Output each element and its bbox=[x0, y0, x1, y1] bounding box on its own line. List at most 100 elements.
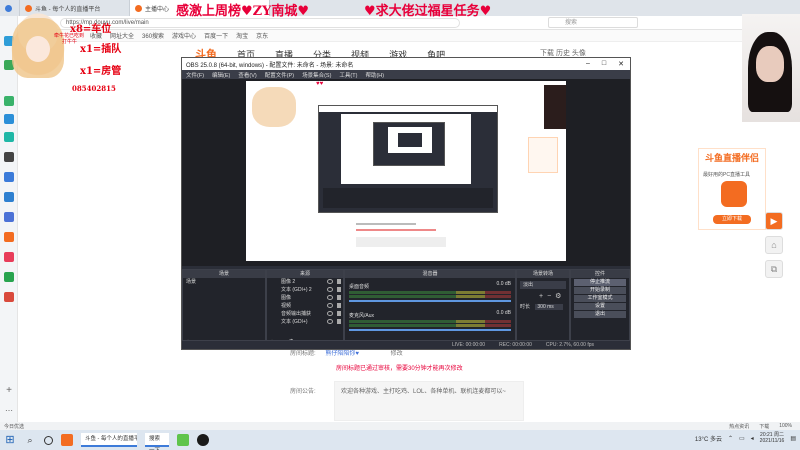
lock-icon[interactable] bbox=[337, 295, 341, 300]
sidebar-app-icon[interactable] bbox=[4, 232, 14, 242]
task-view-icon[interactable] bbox=[44, 435, 53, 445]
browser-status-bar: 今日优选 热点资讯 下载 100% bbox=[0, 422, 800, 430]
windows-start-icon[interactable]: ⊞ bbox=[4, 434, 16, 446]
menu-scene-collection[interactable]: 场景集合(S) bbox=[302, 71, 331, 79]
mixer-channel: 麦克风/Aux 0.0 dB bbox=[345, 310, 515, 331]
promo-download-button[interactable]: 立即下载 bbox=[713, 215, 751, 224]
exit-button[interactable]: 退出 bbox=[574, 311, 626, 318]
mixer-channel-level: 0.0 dB bbox=[496, 281, 511, 287]
obs-app-icon[interactable] bbox=[197, 434, 209, 446]
taskbar-browser-app[interactable]: 斗鱼 - 每个人的直播平台 bbox=[81, 433, 137, 447]
eye-icon[interactable] bbox=[327, 279, 333, 284]
volume-meter bbox=[349, 320, 511, 323]
status-today-pick[interactable]: 今日优选 bbox=[4, 423, 24, 430]
green-app-icon[interactable] bbox=[177, 434, 189, 446]
menu-profile[interactable]: 配置文件(P) bbox=[265, 71, 294, 79]
clock-date: 2021/11/16 bbox=[759, 438, 785, 444]
close-icon[interactable]: ✕ bbox=[618, 60, 624, 68]
tray-chevron-icon[interactable]: ⌃ bbox=[728, 435, 733, 442]
weather-widget[interactable]: 13°C 多云 bbox=[695, 434, 722, 443]
bookmark-item[interactable]: 网址大全 bbox=[110, 31, 134, 40]
network-icon[interactable]: ▭ bbox=[739, 435, 745, 442]
studio-mode-button[interactable]: 工作室模式 bbox=[574, 295, 626, 302]
bookmark-item[interactable]: 360搜索 bbox=[142, 31, 164, 40]
room-title-edit-link[interactable]: 修改 bbox=[391, 351, 403, 357]
bookmark-item[interactable]: 淘宝 bbox=[236, 31, 248, 40]
mixer-channel-level: 0.0 dB bbox=[496, 310, 511, 316]
bookmark-item[interactable]: 游戏中心 bbox=[172, 31, 196, 40]
settings-button[interactable]: 设置 bbox=[574, 303, 626, 310]
sidebar-app-icon[interactable] bbox=[4, 192, 14, 202]
eye-icon[interactable] bbox=[327, 311, 333, 316]
source-item[interactable]: 视频 bbox=[267, 302, 343, 310]
eye-icon[interactable] bbox=[327, 303, 333, 308]
sidebar-add-icon[interactable]: + bbox=[4, 386, 14, 396]
nested-obs-window bbox=[318, 105, 498, 213]
bookmark-item[interactable]: 百度一下 bbox=[204, 31, 228, 40]
lock-icon[interactable] bbox=[337, 287, 341, 292]
search-icon[interactable]: ⌕ bbox=[24, 434, 36, 446]
volume-slider[interactable] bbox=[349, 329, 511, 331]
menu-view[interactable]: 查看(V) bbox=[238, 71, 256, 79]
lock-icon[interactable] bbox=[337, 311, 341, 316]
transition-toolbar-icons[interactable]: +−⚙ bbox=[517, 292, 569, 300]
taskbar-search-app[interactable]: 搜索一下 bbox=[145, 433, 169, 450]
status-item[interactable]: 热点资讯 bbox=[729, 423, 749, 430]
status-item[interactable]: 下载 bbox=[759, 423, 769, 430]
sidebar-app-icon[interactable] bbox=[4, 96, 14, 106]
source-item[interactable]: 文本 (GDI+) 2 bbox=[267, 286, 343, 294]
douyu-app-icon[interactable] bbox=[61, 434, 73, 446]
menu-edit[interactable]: 编辑(E) bbox=[212, 71, 230, 79]
float-tool-play-icon[interactable]: ▶ bbox=[765, 212, 783, 230]
transition-type-select[interactable]: 淡出 bbox=[520, 281, 566, 289]
obs-preview[interactable]: ♥♥ bbox=[182, 79, 630, 266]
mixer-dock-title: 混音器 bbox=[345, 270, 515, 278]
source-item[interactable]: 图像 bbox=[267, 294, 343, 302]
lock-icon[interactable] bbox=[337, 279, 341, 284]
room-title-label: 房间标题: bbox=[290, 351, 316, 357]
notification-icon[interactable]: ▤ bbox=[790, 435, 796, 442]
stop-streaming-button[interactable]: 停止推流 bbox=[574, 279, 626, 286]
float-tool-pip-icon[interactable]: ⧉ bbox=[765, 260, 783, 278]
sidebar-app-icon[interactable] bbox=[4, 212, 14, 222]
source-item[interactable]: 音频输出捕获 bbox=[267, 310, 343, 318]
scene-item[interactable]: 场景 bbox=[183, 278, 265, 286]
duration-input[interactable]: 300 ms bbox=[535, 304, 564, 310]
transitions-dock-title: 场景转场 bbox=[517, 270, 569, 278]
start-recording-button[interactable]: 开始录制 bbox=[574, 287, 626, 294]
sidebar-app-icon[interactable] bbox=[4, 292, 14, 302]
sidebar-more-icon[interactable]: ⋯ bbox=[4, 406, 14, 416]
room-title-value: 熊仔陪陪你♥ bbox=[325, 351, 359, 357]
nested-obs-window-inner bbox=[373, 122, 445, 166]
menu-file[interactable]: 文件(F) bbox=[186, 71, 204, 79]
zoom-level[interactable]: 100% bbox=[779, 423, 792, 429]
volume-slider[interactable] bbox=[349, 300, 511, 302]
float-tool-home-icon[interactable]: ⌂ bbox=[765, 236, 783, 254]
system-clock[interactable]: 20:21 周二 2021/11/16 bbox=[760, 432, 785, 444]
eye-icon[interactable] bbox=[327, 295, 333, 300]
lock-icon[interactable] bbox=[337, 319, 341, 324]
speaker-icon[interactable]: ◂ bbox=[751, 435, 754, 442]
source-label: 图像 bbox=[281, 295, 292, 301]
system-tray: 13°C 多云 ⌃ ▭ ◂ 20:21 周二 2021/11/16 ▤ bbox=[695, 432, 796, 444]
sidebar-app-icon[interactable] bbox=[4, 132, 14, 142]
sidebar-app-icon[interactable] bbox=[4, 172, 14, 182]
maximize-icon[interactable]: □ bbox=[602, 60, 606, 68]
sidebar-app-icon[interactable] bbox=[4, 252, 14, 262]
bookmark-item[interactable]: 京东 bbox=[256, 31, 268, 40]
browser-search-input[interactable]: 搜索 bbox=[548, 17, 638, 28]
sidebar-app-icon[interactable] bbox=[4, 272, 14, 282]
minimize-icon[interactable]: – bbox=[586, 60, 590, 68]
lock-icon[interactable] bbox=[337, 303, 341, 308]
url-field[interactable]: https://mp.douyu.com/live/main bbox=[60, 17, 460, 28]
eye-icon[interactable] bbox=[327, 319, 333, 324]
source-item[interactable]: 文本 (GDI+) bbox=[267, 318, 343, 326]
source-item[interactable]: 图像 2 bbox=[267, 278, 343, 286]
room-notice-box[interactable]: 欢迎各种游戏、主打吃鸡、LOL、各种单机、联机连麦都可以~ bbox=[334, 381, 524, 421]
menu-help[interactable]: 帮助(H) bbox=[365, 71, 384, 79]
eye-icon[interactable] bbox=[327, 287, 333, 292]
menu-tools[interactable]: 工具(T) bbox=[339, 71, 357, 79]
live-timer: LIVE: 00:00:00 bbox=[452, 342, 486, 348]
sidebar-app-icon[interactable] bbox=[4, 114, 14, 124]
sidebar-app-icon[interactable] bbox=[4, 152, 14, 162]
